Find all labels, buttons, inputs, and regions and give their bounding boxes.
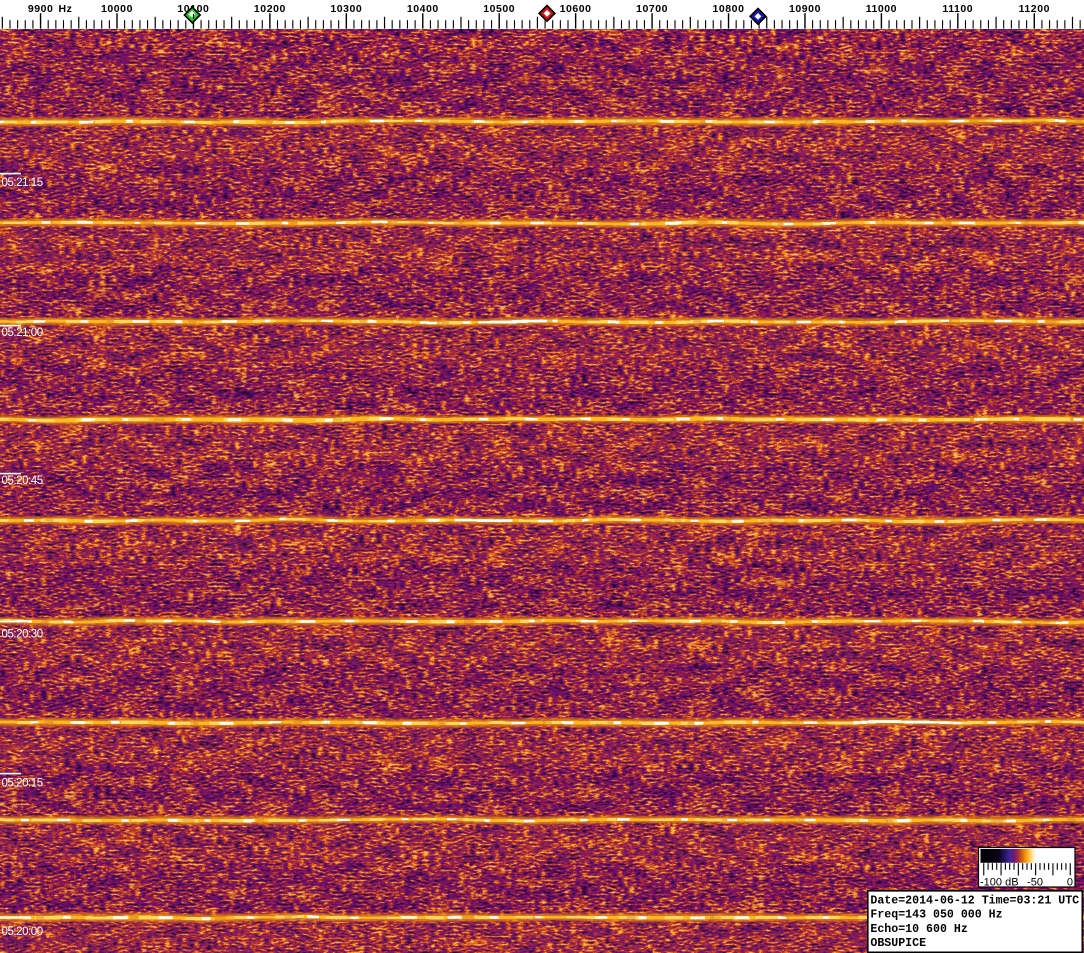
svg-text:05:20:00: 05:20:00: [2, 926, 43, 938]
svg-text:10300: 10300: [330, 3, 362, 15]
svg-text:OBSUPICE: OBSUPICE: [870, 937, 926, 950]
svg-text:11000: 11000: [866, 3, 897, 15]
svg-text:10400: 10400: [407, 3, 439, 15]
svg-text:Echo=10 600 Hz: Echo=10 600 Hz: [870, 923, 967, 936]
svg-text:0: 0: [1067, 877, 1073, 889]
svg-text:Hz: Hz: [59, 3, 73, 15]
svg-text:05:20:15: 05:20:15: [2, 778, 43, 790]
svg-text:05:21:15: 05:21:15: [2, 177, 43, 189]
svg-text:10200: 10200: [254, 3, 286, 15]
svg-text:05:20:30: 05:20:30: [2, 629, 43, 641]
svg-text:Date=2014-06-12 Time=03:21 UTC: Date=2014-06-12 Time=03:21 UTC: [870, 895, 1079, 908]
svg-text:10600: 10600: [560, 3, 592, 15]
svg-text:05:21:00: 05:21:00: [2, 327, 43, 339]
svg-text:11100: 11100: [942, 3, 973, 15]
svg-text:9900: 9900: [28, 3, 54, 15]
svg-text:10700: 10700: [636, 3, 668, 15]
svg-text:Freq=143 050 000 Hz: Freq=143 050 000 Hz: [870, 909, 1002, 922]
svg-text:10800: 10800: [713, 3, 745, 15]
svg-text:10900: 10900: [789, 3, 821, 15]
svg-text:10000: 10000: [101, 3, 133, 15]
svg-text:-100 dB: -100 dB: [980, 877, 1019, 889]
svg-text:10500: 10500: [483, 3, 515, 15]
svg-text:05:20:45: 05:20:45: [2, 475, 43, 487]
svg-text:11200: 11200: [1019, 3, 1050, 15]
svg-text:-50: -50: [1027, 877, 1043, 889]
